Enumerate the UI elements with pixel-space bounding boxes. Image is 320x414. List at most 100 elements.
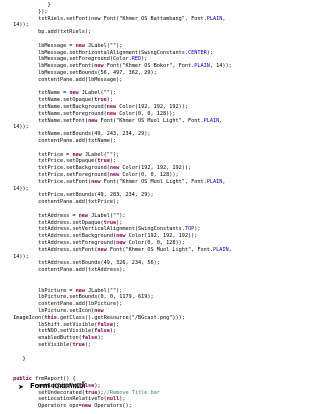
code-token: TOP — [184, 226, 195, 233]
code-token: Color(0, 0, 128)); — [116, 110, 176, 117]
code-token: }); — [38, 8, 48, 15]
code-token: Operators ops= — [38, 403, 82, 410]
code-token: enabledButton( — [38, 335, 82, 342]
code-token: txtName.setFont( — [38, 117, 89, 124]
code-line: 14)); — [13, 22, 29, 29]
code-line: txtName.setFont(new Font("Khmer OS Muol … — [38, 118, 222, 125]
code-line: 14)); — [13, 124, 29, 131]
code-token: Color(0, 0, 128)); — [119, 172, 179, 178]
code-token: txtAddress = — [38, 212, 79, 219]
code-listing: }}); txtRiels.setFont(new Font("Khmer OS … — [0, 0, 320, 414]
code-token: ); — [116, 219, 123, 226]
code-token: txtPrice.setBackground( — [38, 165, 110, 172]
code-token: } — [47, 2, 51, 8]
code-line: contentPane.add(lbMessage); — [38, 77, 122, 84]
code-line: } — [47, 2, 50, 9]
code-token: txtName.setBackground( — [38, 104, 107, 110]
code-token: Font("Khmer OS Muol Light", Font. — [106, 246, 213, 253]
code-token: , — [222, 178, 226, 185]
code-token: true — [103, 219, 117, 226]
code-token: txtAddress.setOpaque( — [38, 219, 104, 226]
code-token: .getClass().getResource("/BGcast.png")))… — [56, 314, 185, 321]
code-line: txtRiels.setFont(new Font("Khmer OS Batt… — [38, 16, 225, 23]
code-token: JLabel(""); — [84, 287, 123, 294]
code-token: ); — [97, 335, 104, 342]
code-token: bp.add(txtRiels); — [38, 29, 92, 36]
code-token: JLabel(""); — [84, 42, 123, 49]
code-line: } — [22, 356, 25, 363]
code-token: } — [22, 355, 26, 362]
code-token: setLocationRelativeTo( — [38, 396, 107, 403]
code-token: txtRiels.setFont(new Font("Khmer OS Batt… — [38, 15, 207, 22]
code-token: setVisible( — [38, 342, 73, 348]
code-token: new — [116, 233, 126, 240]
code-token: Font("Khmer OS Muol Light", Font. — [97, 117, 204, 124]
code-token: Operators(); — [91, 403, 132, 410]
code-token: txtAddress.setForeground( — [38, 240, 117, 246]
code-token: PLAIN — [206, 15, 223, 22]
code-token: txtPrice.setFont( — [38, 178, 92, 185]
code-token: new — [81, 403, 92, 410]
code-token: lbPicture.setIcon( — [38, 308, 95, 314]
code-line: contentPane.add(txtPrice); — [38, 199, 119, 206]
code-token: lbMessage.setBounds(56, 497, 362, 29); — [38, 70, 157, 76]
code-token: 14)); — [13, 22, 29, 29]
code-token: txtPrice.setBounds(49, 283, 234, 29); — [38, 192, 154, 199]
code-token: false — [94, 328, 110, 335]
code-token: contentPane.add(lbPicture); — [38, 301, 123, 308]
section-heading: Form របាយការណ៍ — [30, 382, 86, 390]
code-token: lbShift.setVisible( — [38, 321, 98, 328]
code-token: Color(192, 192, 192)); — [125, 233, 198, 240]
code-token: true — [94, 97, 107, 104]
code-token: ); — [113, 321, 120, 328]
code-token: new — [97, 246, 107, 253]
code-token: true — [97, 158, 110, 165]
code-token: Color(0, 0, 128)); — [125, 240, 185, 246]
code-token: new — [69, 90, 79, 97]
code-token: txtPrice.setForeground( — [38, 172, 110, 178]
code-token: ); — [106, 97, 114, 104]
code-token: new — [109, 172, 120, 178]
code-token: new — [106, 110, 117, 117]
code-token: ); — [141, 56, 148, 63]
code-line: setVisible(true); — [38, 342, 91, 349]
code-token: new — [116, 240, 126, 246]
code-token: false — [97, 321, 114, 328]
code-token: JLabel(""); — [78, 90, 117, 97]
code-token: txtNOO.setVisible( — [38, 328, 95, 335]
code-line: txtAddress.setFont(new Font("Khmer OS Mu… — [38, 247, 232, 254]
code-token: ); — [206, 49, 213, 56]
code-token: txtPrice.setOpaque( — [38, 158, 98, 165]
code-token: contentPane.add(txtAddress); — [38, 267, 126, 274]
code-token: new — [94, 63, 104, 70]
code-token: lbMessage.setHorizontalAlignment(SwingCo… — [38, 49, 188, 56]
code-token: contentPane.add(txtName); — [38, 138, 117, 144]
code-token: PLAIN — [203, 117, 220, 124]
code-token: lbMessage = — [38, 42, 76, 49]
code-token: lbPicture = — [38, 287, 76, 294]
code-token: ); — [109, 158, 117, 165]
code-token: //Remove Title bar — [103, 389, 160, 396]
code-token: , — [222, 15, 226, 22]
code-token: txtName.setOpaque( — [38, 97, 95, 104]
code-token: ); — [109, 328, 117, 335]
code-token: new — [94, 308, 104, 314]
code-token: , — [228, 246, 232, 253]
code-token: txtAddress.setFont( — [38, 246, 98, 253]
code-token: new — [75, 287, 85, 294]
code-token: PLAIN — [212, 246, 229, 253]
code-token: Color(192, 192, 192)); — [116, 104, 189, 110]
code-token: txtAddress.setVerticalAlignment(SwingCon… — [38, 226, 185, 233]
code-token: , 14)); — [209, 63, 232, 70]
code-token: JLabel(""); — [81, 151, 120, 158]
code-token: new — [72, 151, 82, 158]
code-token: ); — [84, 342, 92, 348]
code-token: ); — [94, 382, 101, 389]
code-line: Operators ops=new Operators(); — [38, 403, 132, 410]
code-token: txtName = — [38, 90, 70, 97]
code-token: new — [91, 178, 101, 185]
code-token: ); — [194, 226, 201, 233]
code-token: txtAddress.setBounds(49, 326, 234, 56); — [38, 260, 160, 267]
code-token: lbMessage.setFont( — [38, 63, 95, 70]
code-token: 14)); — [13, 124, 29, 131]
